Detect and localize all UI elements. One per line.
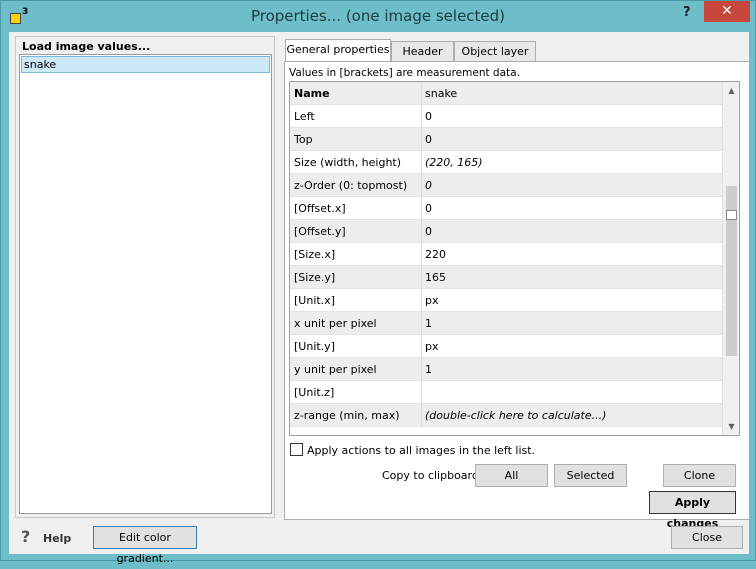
list-item[interactable]: snake bbox=[21, 56, 270, 73]
edit-color-gradient-button[interactable]: Edit color gradient... bbox=[93, 526, 197, 565]
table-row[interactable]: [Size.y] 165 bbox=[290, 266, 722, 289]
property-key: Top bbox=[294, 133, 313, 146]
table-row[interactable]: [Unit.x] px bbox=[290, 289, 722, 312]
property-key: y unit per pixel bbox=[294, 363, 377, 376]
table-row[interactable]: x unit per pixel 1 bbox=[290, 312, 722, 335]
property-value[interactable]: 0 bbox=[425, 110, 432, 123]
tab-header[interactable]: Header bbox=[391, 41, 454, 61]
property-value[interactable]: 1 bbox=[425, 363, 432, 376]
table-row[interactable]: [Unit.z] bbox=[290, 381, 722, 404]
help-label: Help bbox=[43, 532, 72, 545]
property-key: z-Order (0: topmost) bbox=[294, 179, 408, 192]
property-key: [Offset.y] bbox=[294, 225, 346, 238]
table-row[interactable]: z-range (min, max) (double-click here to … bbox=[290, 404, 722, 427]
property-key: [Unit.x] bbox=[294, 294, 335, 307]
table-row[interactable]: Top 0 bbox=[290, 128, 722, 151]
tab-general-properties[interactable]: General properties bbox=[285, 39, 391, 62]
close-button[interactable]: Close bbox=[671, 526, 743, 549]
property-value[interactable]: 220 bbox=[425, 248, 446, 261]
property-key: z-range (min, max) bbox=[294, 409, 400, 422]
property-grid[interactable]: Name snake Left 0 Top 0 Size (width, height) (2… bbox=[289, 81, 740, 436]
vertical-scrollbar[interactable]: ▲ ▼ bbox=[722, 82, 739, 435]
table-row[interactable]: [Offset.y] 0 bbox=[290, 220, 722, 243]
table-row[interactable]: z-Order (0: topmost) 0 bbox=[290, 174, 722, 197]
property-key: [Size.y] bbox=[294, 271, 336, 284]
question-icon: ? bbox=[21, 527, 31, 546]
property-key: [Unit.y] bbox=[294, 340, 335, 353]
property-value[interactable]: 0 bbox=[425, 179, 432, 192]
clipboard-label: Copy to clipboard: bbox=[382, 469, 483, 482]
property-key: [Unit.z] bbox=[294, 386, 335, 399]
property-key: Size (width, height) bbox=[294, 156, 402, 169]
table-row[interactable]: [Size.x] 220 bbox=[290, 243, 722, 266]
apply-all-checkbox[interactable] bbox=[290, 443, 303, 456]
property-value[interactable]: 0 bbox=[425, 202, 432, 215]
property-value[interactable]: (double-click here to calculate...) bbox=[425, 409, 606, 422]
properties-window: 3 Properties... (one image selected) ? ✕… bbox=[0, 0, 756, 565]
table-row[interactable]: Name snake bbox=[290, 82, 722, 105]
property-value[interactable]: (220, 165) bbox=[425, 156, 483, 169]
property-value[interactable]: 0 bbox=[425, 225, 432, 238]
image-list[interactable]: snake bbox=[19, 54, 272, 514]
scroll-up-icon[interactable]: ▲ bbox=[723, 82, 739, 99]
table-row[interactable]: Size (width, height) (220, 165) bbox=[290, 151, 722, 174]
scroll-marker bbox=[726, 210, 737, 220]
property-key: Name bbox=[294, 87, 330, 100]
tab-object-layer[interactable]: Object layer bbox=[454, 41, 536, 61]
load-image-values-group: Load image values... snake bbox=[15, 36, 275, 518]
help-icon[interactable]: ? bbox=[683, 5, 697, 20]
property-value[interactable]: px bbox=[425, 340, 439, 353]
window-title: Properties... (one image selected) bbox=[250, 7, 506, 25]
property-value[interactable]: 1 bbox=[425, 317, 432, 330]
table-row[interactable]: [Offset.x] 0 bbox=[290, 197, 722, 220]
property-value[interactable]: 165 bbox=[425, 271, 446, 284]
property-value[interactable]: 0 bbox=[425, 133, 432, 146]
copy-all-button[interactable]: All bbox=[475, 464, 548, 487]
property-key: x unit per pixel bbox=[294, 317, 377, 330]
table-row[interactable]: [Unit.y] px bbox=[290, 335, 722, 358]
title-bar[interactable]: 3 Properties... (one image selected) ? ✕ bbox=[1, 1, 755, 32]
clone-button[interactable]: Clone bbox=[663, 464, 736, 487]
property-value[interactable]: snake bbox=[425, 87, 457, 100]
info-text: Values in [brackets] are measurement dat… bbox=[289, 67, 520, 79]
apply-changes-button[interactable]: Apply changes bbox=[649, 491, 736, 530]
close-icon[interactable]: ✕ bbox=[704, 1, 750, 22]
table-row[interactable]: y unit per pixel 1 bbox=[290, 358, 722, 381]
dialog-client: Load image values... snake General prope… bbox=[9, 32, 750, 565]
property-value[interactable]: px bbox=[425, 294, 439, 307]
property-key: [Size.x] bbox=[294, 248, 336, 261]
table-row[interactable]: Left 0 bbox=[290, 105, 722, 128]
apply-all-label: Apply actions to all images in the left … bbox=[307, 444, 536, 457]
scroll-down-icon[interactable]: ▼ bbox=[723, 418, 739, 435]
group-title: Load image values... bbox=[22, 40, 151, 53]
copy-selected-button[interactable]: Selected bbox=[554, 464, 627, 487]
property-key: Left bbox=[294, 110, 315, 123]
property-key: [Offset.x] bbox=[294, 202, 346, 215]
